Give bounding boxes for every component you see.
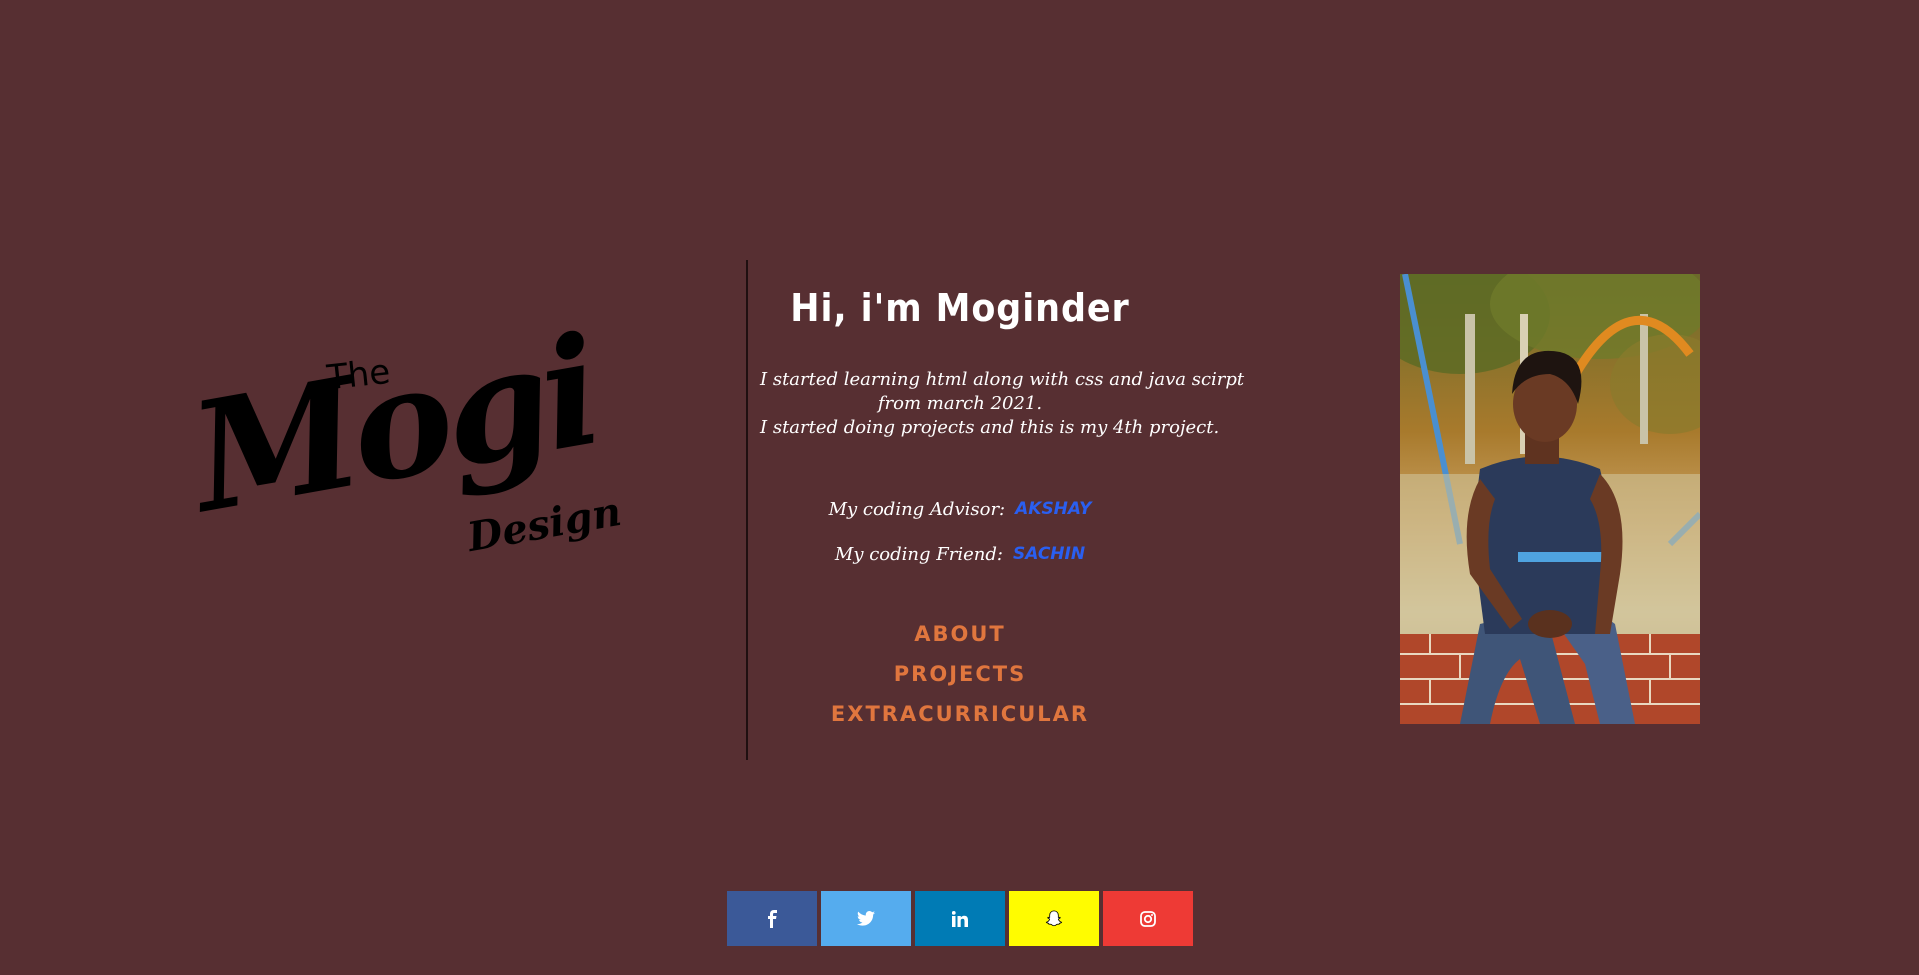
twitter-button[interactable] [821, 891, 911, 946]
linkedin-button[interactable] [915, 891, 1005, 946]
intro-text: I started learning html along with css a… [760, 368, 1245, 440]
vertical-divider [746, 260, 748, 760]
twitter-icon [857, 911, 875, 926]
social-bar [727, 891, 1193, 946]
friend-name-link[interactable]: SACHIN [1013, 544, 1085, 564]
nav-projects-link[interactable]: PROJECTS [760, 654, 1160, 694]
intro-section: Hi, i'm Moginder I started learning html… [760, 278, 1245, 734]
instagram-button[interactable] [1103, 891, 1193, 946]
snapchat-button[interactable] [1009, 891, 1099, 946]
friend-label: My coding Friend: [834, 543, 1003, 565]
intro-line-1: I started learning html along with css a… [760, 369, 1245, 390]
facebook-icon [768, 909, 777, 928]
advisor-name-link[interactable]: AKSHAY [1015, 499, 1091, 519]
page-title: Hi, i'm Moginder [790, 286, 1130, 330]
linkedin-icon [952, 910, 968, 927]
logo: The Mogi Design [180, 303, 625, 605]
advisor-row: My coding Advisor: AKSHAY [760, 494, 1160, 524]
instagram-icon [1140, 910, 1156, 927]
advisor-label: My coding Advisor: [828, 498, 1006, 520]
main-nav: ABOUT PROJECTS EXTRACURRICULAR [760, 614, 1160, 734]
intro-line-2: from march 2021. [877, 393, 1043, 414]
nav-extracurricular-link[interactable]: EXTRACURRICULAR [760, 694, 1160, 734]
nav-about-link[interactable]: ABOUT [760, 614, 1160, 654]
profile-photo [1400, 274, 1700, 724]
snapchat-icon [1045, 909, 1063, 926]
intro-line-3: I started doing projects and this is my … [760, 417, 1220, 438]
friend-row: My coding Friend: SACHIN [760, 539, 1160, 569]
logo-design: Design [464, 487, 625, 562]
page: The Mogi Design Hi, i'm Moginder I start… [0, 0, 1919, 975]
facebook-button[interactable] [727, 891, 817, 946]
